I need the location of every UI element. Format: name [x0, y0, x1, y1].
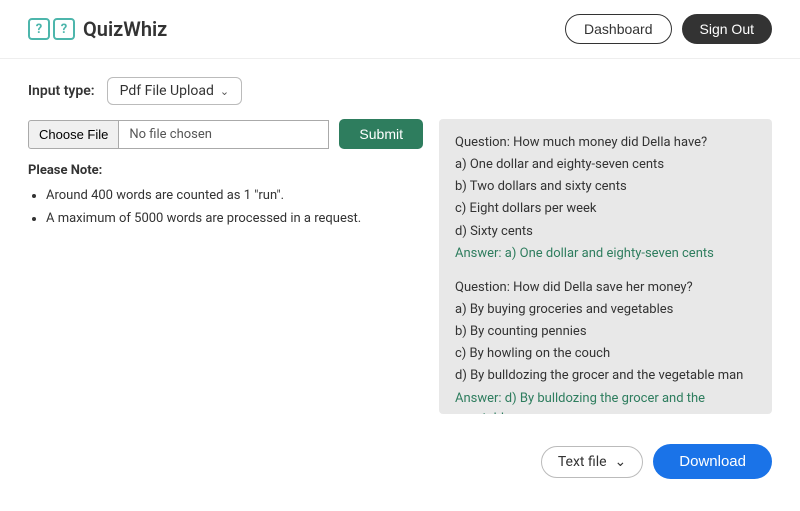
please-note-section: Please Note: Around 400 words are counte…	[28, 161, 423, 231]
file-name-display: No file chosen	[119, 120, 329, 149]
question-1-answer: Answer: a) One dollar and eighty-seven c…	[455, 244, 756, 264]
quiz-results-panel[interactable]: Question: How much money did Della have?…	[439, 119, 772, 414]
header-buttons: Dashboard Sign Out	[565, 14, 772, 44]
please-note-title: Please Note:	[28, 163, 102, 178]
logo-area: ? ? QuizWhiz	[28, 17, 167, 41]
input-type-select[interactable]: Pdf File Upload ⌄	[107, 77, 242, 105]
two-col-layout: Choose File No file chosen Submit Please…	[28, 119, 772, 414]
question-1-option-d: d) Sixty cents	[455, 222, 756, 242]
question-1-text: Question: How much money did Della have?	[455, 133, 756, 153]
note-item-1: Around 400 words are counted as 1 "run".	[46, 186, 423, 207]
question-2-text: Question: How did Della save her money?	[455, 278, 756, 298]
bottom-bar: Text file ⌄ Download	[0, 430, 800, 479]
submit-button[interactable]: Submit	[339, 119, 423, 149]
text-file-select[interactable]: Text file ⌄	[541, 446, 643, 478]
logo-bracket-2: ?	[53, 18, 75, 40]
logo-text: QuizWhiz	[83, 17, 167, 41]
question-2-option-b: b) By counting pennies	[455, 322, 756, 342]
text-file-label: Text file	[558, 454, 607, 470]
please-note-list: Around 400 words are counted as 1 "run".…	[28, 186, 423, 230]
input-type-label: Input type:	[28, 83, 95, 99]
question-1-option-c: c) Eight dollars per week	[455, 199, 756, 219]
logo-bracket-1: ?	[28, 18, 50, 40]
signout-button[interactable]: Sign Out	[682, 14, 772, 44]
header: ? ? QuizWhiz Dashboard Sign Out	[0, 0, 800, 59]
input-type-value: Pdf File Upload	[120, 83, 214, 99]
logo-icon: ? ?	[28, 18, 75, 40]
left-column: Choose File No file chosen Submit Please…	[28, 119, 423, 231]
choose-file-button[interactable]: Choose File	[28, 120, 119, 149]
download-button[interactable]: Download	[653, 444, 772, 479]
chevron-down-icon: ⌄	[615, 454, 627, 470]
question-1-option-a: a) One dollar and eighty-seven cents	[455, 155, 756, 175]
question-1-option-b: b) Two dollars and sixty cents	[455, 177, 756, 197]
question-2-option-a: a) By buying groceries and vegetables	[455, 300, 756, 320]
question-2-option-d: d) By bulldozing the grocer and the vege…	[455, 366, 756, 386]
input-type-row: Input type: Pdf File Upload ⌄	[28, 77, 772, 105]
quiz-question-2: Question: How did Della save her money? …	[455, 278, 756, 414]
note-item-2: A maximum of 5000 words are processed in…	[46, 209, 423, 230]
dashboard-button[interactable]: Dashboard	[565, 14, 672, 44]
file-upload-row: Choose File No file chosen Submit	[28, 119, 423, 149]
question-2-answer: Answer: d) By bulldozing the grocer and …	[455, 389, 756, 414]
quiz-question-1: Question: How much money did Della have?…	[455, 133, 756, 264]
question-2-option-c: c) By howling on the couch	[455, 344, 756, 364]
chevron-down-icon: ⌄	[220, 85, 229, 98]
main-content: Input type: Pdf File Upload ⌄ Choose Fil…	[0, 59, 800, 430]
